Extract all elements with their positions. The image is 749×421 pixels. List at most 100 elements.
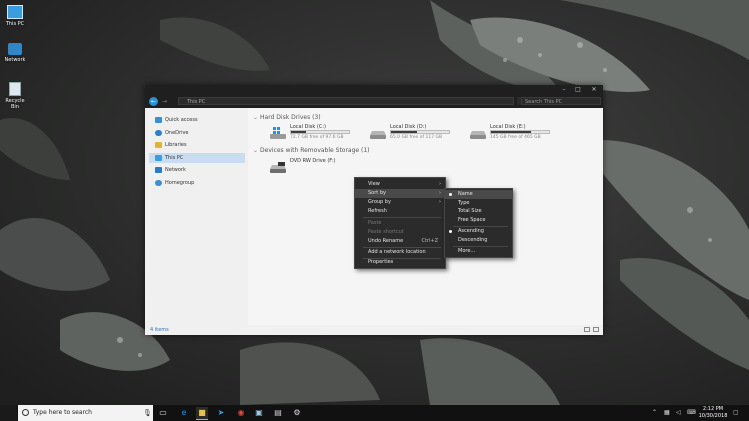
context-menu: View › Sort by › Group by › Refresh Paste P… xyxy=(354,177,446,269)
large-icons-view-button[interactable] xyxy=(593,327,599,332)
clock[interactable]: 2:12 PM 10/30/2018 xyxy=(697,406,729,420)
photos-icon[interactable]: ▤ xyxy=(272,407,284,419)
menu-item-label: Descending xyxy=(458,237,488,243)
desktop-icon-label: Network xyxy=(4,57,26,63)
chrome-icon[interactable]: ◉ xyxy=(235,407,247,419)
group-header-label: Devices with Removable Storage (1) xyxy=(260,147,370,154)
menu-item-label: Undo Rename xyxy=(368,238,404,244)
settings-icon[interactable]: ⚙ xyxy=(291,407,303,419)
network-icon xyxy=(155,167,162,173)
desktop-icon-recycle-bin[interactable]: Recycle Bin xyxy=(2,82,28,110)
item-count: 4 items xyxy=(150,327,169,333)
desktop-icon-label: Recycle Bin xyxy=(5,98,25,110)
menu-item-label: Name xyxy=(458,191,473,197)
notifications-icon[interactable]: ▢ xyxy=(733,405,739,421)
network-tray-icon[interactable]: ▦ xyxy=(664,405,670,421)
desktop-icon-network[interactable]: Network xyxy=(2,43,28,63)
navigation-pane: Quick access OneDrive Libraries This PC … xyxy=(145,108,248,325)
drive-free-space: 145 GB free of 465 GB xyxy=(490,135,541,140)
menu-separator xyxy=(363,217,441,218)
forward-button[interactable]: → xyxy=(162,97,170,106)
menu-item-group-by[interactable]: Group by › xyxy=(355,198,445,207)
menu-item-label: Paste shortcut xyxy=(368,229,404,235)
star-icon xyxy=(155,117,162,123)
menu-item-view[interactable]: View › xyxy=(355,180,445,189)
nav-item-quick-access[interactable]: Quick access xyxy=(149,115,245,125)
sort-item-free-space[interactable]: Free Space xyxy=(445,216,512,225)
onedrive-cloud-icon xyxy=(155,130,162,136)
menu-item-label: Group by xyxy=(368,199,391,205)
clock-time: 2:12 PM xyxy=(702,406,724,412)
nav-item-onedrive[interactable]: OneDrive xyxy=(149,128,245,138)
details-view-button[interactable] xyxy=(584,327,590,332)
drive-e[interactable]: Local Disk (E:) 145 GB free of 465 GB xyxy=(470,124,560,142)
drive-usage-fill xyxy=(491,131,532,133)
menu-item-label: More... xyxy=(458,248,476,254)
menu-item-properties[interactable]: Properties xyxy=(355,258,445,267)
maximize-button[interactable]: □ xyxy=(571,86,585,94)
nav-item-homegroup[interactable]: Homegroup xyxy=(149,178,245,188)
clock-date: 10/30/2018 xyxy=(698,413,728,419)
menu-item-label: Refresh xyxy=(368,208,387,214)
volume-icon[interactable]: ◁ xyxy=(676,405,681,421)
nav-item-label: Homegroup xyxy=(165,180,195,186)
drive-f-dvd[interactable]: DVD RW Drive (F:) xyxy=(270,158,360,176)
start-button[interactable] xyxy=(0,405,17,421)
nav-item-label: This PC xyxy=(165,155,184,161)
back-button[interactable]: ← xyxy=(149,97,158,106)
radio-dot-icon xyxy=(449,193,452,196)
menu-item-label: Free Space xyxy=(458,217,486,223)
telegram-icon[interactable]: ➤ xyxy=(215,407,227,419)
people-icon[interactable]: ⌃ xyxy=(652,405,657,421)
menu-item-sort-by[interactable]: Sort by › xyxy=(355,189,445,198)
nav-item-libraries[interactable]: Libraries xyxy=(149,140,245,150)
menu-item-label: Sort by xyxy=(368,190,386,196)
app-icon[interactable]: ▣ xyxy=(253,407,265,419)
dvd-drive-icon xyxy=(270,161,286,173)
drive-usage-bar xyxy=(490,130,550,134)
task-view-icon[interactable]: ▭ xyxy=(157,407,169,419)
chevron-down-icon: ⌄ xyxy=(253,114,259,121)
nav-item-network[interactable]: Network xyxy=(149,165,245,175)
microphone-icon[interactable]: 🎙 xyxy=(143,405,152,421)
drive-usage-bar xyxy=(290,130,350,134)
menu-item-label: Add a network location xyxy=(368,249,426,255)
group-header-label: Hard Disk Drives (3) xyxy=(260,114,321,121)
file-explorer-icon[interactable]: ■ xyxy=(196,407,208,420)
menu-item-label: Total Size xyxy=(458,208,482,214)
sort-item-total-size[interactable]: Total Size xyxy=(445,207,512,216)
address-bar[interactable]: This PC xyxy=(178,97,514,105)
chevron-right-icon: › xyxy=(439,190,441,196)
group-header-hard-disk-drives[interactable]: ⌄ Hard Disk Drives (3) xyxy=(253,114,321,121)
search-input[interactable]: Search This PC xyxy=(521,97,601,105)
sort-item-name[interactable]: Name xyxy=(445,190,512,199)
sort-by-submenu: Name Type Total Size Free Space Ascendin… xyxy=(444,188,513,258)
taskbar-search-box[interactable]: Type here to search 🎙 xyxy=(18,405,153,421)
minimize-button[interactable]: – xyxy=(557,86,571,94)
recycle-bin-icon xyxy=(9,82,21,96)
menu-item-paste[interactable]: Paste xyxy=(355,219,445,228)
sort-item-ascending[interactable]: Ascending xyxy=(445,227,512,236)
sort-item-more[interactable]: More... xyxy=(445,247,512,256)
nav-item-label: Libraries xyxy=(165,142,187,148)
menu-item-undo-rename[interactable]: Undo Rename Ctrl+Z xyxy=(355,237,445,246)
radio-dot-icon xyxy=(449,230,452,233)
sort-item-descending[interactable]: Descending xyxy=(445,236,512,245)
this-pc-icon xyxy=(155,155,162,161)
language-icon[interactable]: ⌨ xyxy=(687,405,696,421)
taskbar-search-placeholder: Type here to search xyxy=(33,409,92,416)
menu-item-refresh[interactable]: Refresh xyxy=(355,207,445,216)
drive-d[interactable]: Local Disk (D:) 65.0 GB free of 117 GB xyxy=(370,124,460,142)
drive-c[interactable]: Local Disk (C:) 72.7 GB free of 97.6 GB xyxy=(270,124,360,142)
menu-item-add-network-location[interactable]: Add a network location xyxy=(355,248,445,257)
chevron-down-icon: ⌄ xyxy=(253,147,259,154)
desktop-icon-this-pc[interactable]: This PC xyxy=(2,5,28,27)
title-bar[interactable]: – □ ✕ xyxy=(145,85,603,95)
menu-item-paste-shortcut[interactable]: Paste shortcut xyxy=(355,228,445,237)
edge-icon[interactable]: e xyxy=(178,407,190,419)
group-header-removable-storage[interactable]: ⌄ Devices with Removable Storage (1) xyxy=(253,147,370,154)
menu-item-label: Properties xyxy=(368,259,394,265)
close-button[interactable]: ✕ xyxy=(587,86,601,94)
nav-item-this-pc[interactable]: This PC xyxy=(149,153,245,163)
this-pc-icon xyxy=(7,5,23,19)
